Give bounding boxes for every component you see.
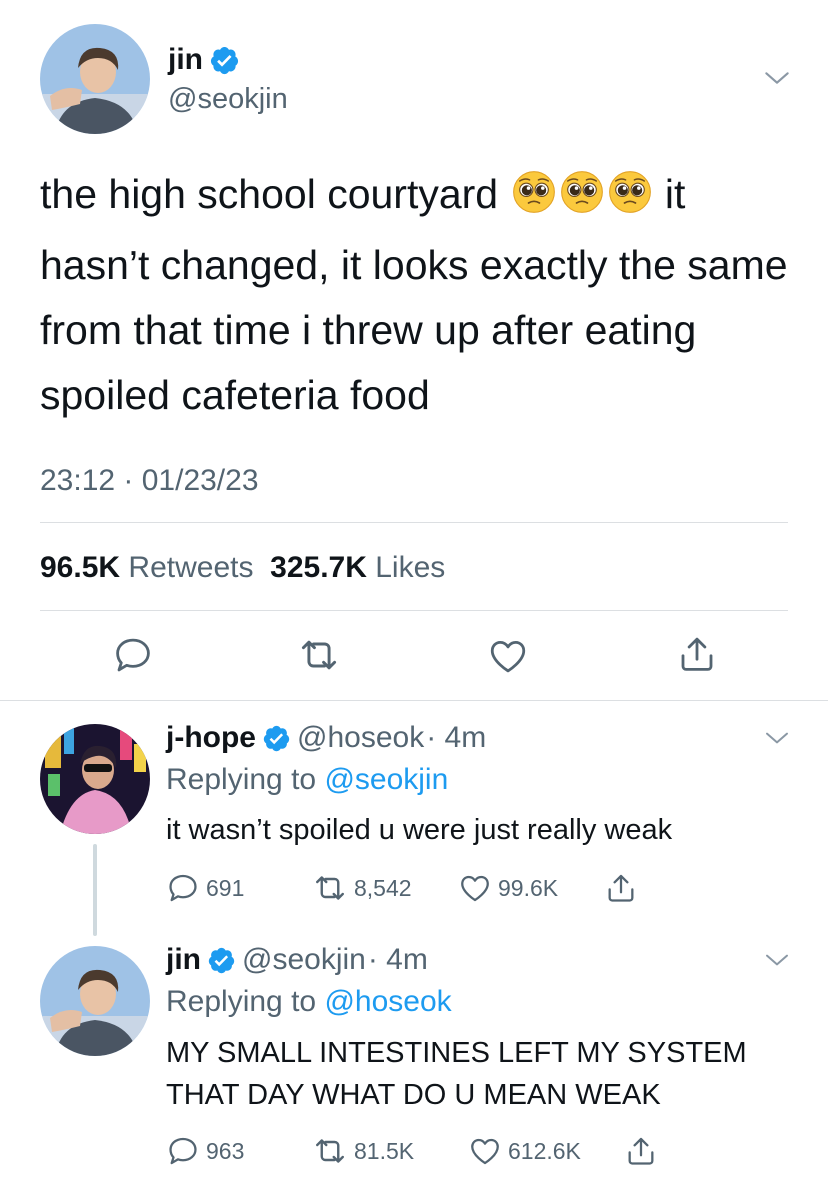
retweets-count: 96.5K bbox=[40, 551, 121, 584]
chevron-down-icon[interactable] bbox=[762, 945, 792, 975]
reply-time[interactable]: · 4m bbox=[368, 940, 428, 980]
verified-badge-icon bbox=[209, 45, 240, 76]
replying-to-line: Replying to @seokjin bbox=[166, 760, 448, 800]
reply-header: j-hope @hoseok · 4m bbox=[166, 718, 486, 758]
replying-to-prefix: Replying to bbox=[166, 985, 317, 1018]
retweet-count: 81.5K bbox=[354, 1137, 415, 1164]
reply-avatar-jhope[interactable] bbox=[40, 724, 150, 834]
pleading-face-emoji bbox=[512, 168, 556, 233]
share-action[interactable] bbox=[624, 1134, 658, 1168]
reply-avatar-image bbox=[40, 946, 150, 1056]
reply-icon bbox=[166, 1134, 200, 1168]
author-display-name[interactable]: jin bbox=[168, 40, 203, 80]
tweet-text: the high school courtyard it hasn’t chan… bbox=[40, 162, 800, 428]
like-count: 612.6K bbox=[508, 1137, 581, 1164]
reply-actions: 963 81.5K 612.6K bbox=[166, 1133, 658, 1169]
reply-count: 691 bbox=[206, 874, 245, 901]
retweet-action[interactable]: 8,542 bbox=[312, 870, 458, 906]
tweet-timestamp[interactable]: 23:12 · 01/23/23 bbox=[40, 461, 259, 501]
replying-to-link[interactable]: @seokjin bbox=[324, 763, 448, 796]
replying-to-line: Replying to @hoseok bbox=[166, 982, 452, 1022]
retweet-icon[interactable] bbox=[297, 633, 341, 677]
divider bbox=[40, 610, 788, 611]
tweet-stats: 96.5K Retweets 325.7K Likes bbox=[40, 548, 445, 588]
retweet-icon bbox=[312, 1133, 348, 1169]
thread-connector bbox=[93, 844, 97, 936]
reply-header: jin @seokjin · 4m bbox=[166, 940, 428, 980]
tweet-text-part-1: the high school courtyard bbox=[40, 171, 499, 217]
retweet-action[interactable]: 81.5K bbox=[312, 1133, 468, 1169]
verified-badge-icon bbox=[207, 946, 236, 975]
replying-to-prefix: Replying to bbox=[166, 763, 317, 796]
pleading-face-emoji bbox=[608, 168, 652, 233]
reply-icon[interactable] bbox=[112, 634, 154, 676]
likes-label: Likes bbox=[375, 551, 446, 584]
share-icon bbox=[604, 871, 638, 905]
share-action[interactable] bbox=[604, 871, 638, 905]
author-avatar-image bbox=[40, 24, 150, 134]
like-icon bbox=[468, 1134, 502, 1168]
reply-action[interactable]: 963 bbox=[166, 1134, 312, 1168]
retweets-stat[interactable]: 96.5K Retweets bbox=[40, 551, 253, 584]
reply-display-name[interactable]: j-hope bbox=[166, 718, 256, 758]
reply-action[interactable]: 691 bbox=[166, 871, 312, 905]
pleading-face-emoji bbox=[560, 168, 604, 233]
chevron-down-icon[interactable] bbox=[761, 62, 793, 94]
like-count: 99.6K bbox=[498, 874, 559, 901]
like-action[interactable]: 612.6K bbox=[468, 1134, 624, 1168]
reply-handle[interactable]: @hoseok bbox=[297, 718, 424, 758]
retweets-label: Retweets bbox=[128, 551, 254, 584]
reply-handle[interactable]: @seokjin bbox=[242, 940, 366, 980]
chevron-down-icon[interactable] bbox=[762, 723, 792, 753]
reply-time[interactable]: · 4m bbox=[426, 718, 486, 758]
replying-to-link[interactable]: @hoseok bbox=[324, 985, 451, 1018]
divider bbox=[0, 700, 828, 701]
reply-icon bbox=[166, 871, 200, 905]
divider bbox=[40, 522, 788, 523]
likes-count: 325.7K bbox=[270, 551, 367, 584]
reply-actions: 691 8,542 99.6K bbox=[166, 870, 638, 906]
reply-text: MY SMALL INTESTINES LEFT MY SYSTEM THAT … bbox=[166, 1037, 747, 1111]
like-icon bbox=[458, 871, 492, 905]
verified-badge-icon bbox=[262, 724, 291, 753]
like-icon[interactable] bbox=[487, 635, 529, 677]
retweet-icon bbox=[312, 870, 348, 906]
reply-count: 963 bbox=[206, 1137, 245, 1164]
author-avatar[interactable] bbox=[40, 24, 150, 134]
reply-avatar-jin[interactable] bbox=[40, 946, 150, 1056]
retweet-count: 8,542 bbox=[354, 874, 412, 901]
author-name-row: jin bbox=[168, 40, 240, 80]
share-icon bbox=[624, 1134, 658, 1168]
like-action[interactable]: 99.6K bbox=[458, 871, 604, 905]
author-handle[interactable]: @seokjin bbox=[168, 80, 288, 118]
likes-stat[interactable]: 325.7K Likes bbox=[270, 551, 445, 584]
reply-display-name[interactable]: jin bbox=[166, 940, 201, 980]
share-icon[interactable] bbox=[676, 633, 718, 675]
reply-avatar-image bbox=[40, 724, 150, 834]
reply-text: it wasn’t spoiled u were just really wea… bbox=[166, 814, 673, 846]
